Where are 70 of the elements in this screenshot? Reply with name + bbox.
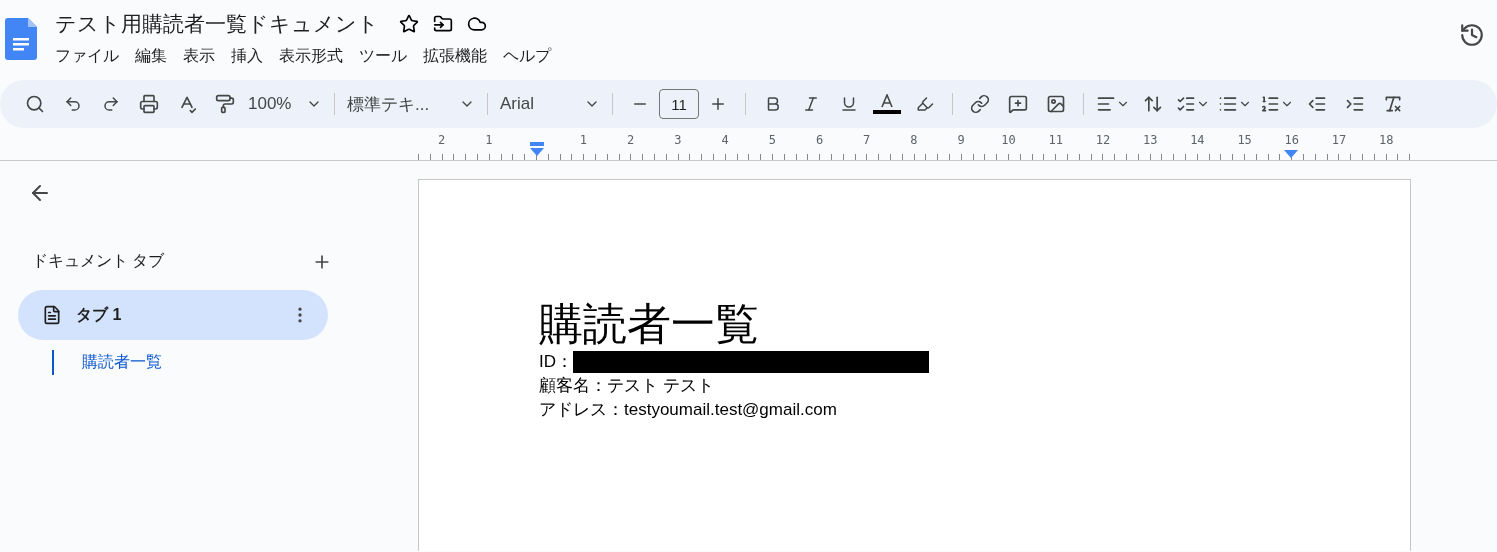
menu-item[interactable]: 拡張機能 — [415, 44, 495, 69]
ruler-number: 1 — [579, 134, 587, 147]
cloud-icon[interactable] — [467, 14, 487, 34]
line-spacing-icon[interactable] — [1143, 94, 1163, 114]
highlighter-icon[interactable] — [916, 95, 934, 113]
zoom-dropdown[interactable]: 100% — [244, 94, 326, 114]
ruler-number: 15 — [1237, 134, 1252, 147]
redo-icon[interactable] — [102, 95, 120, 113]
font-dropdown[interactable]: Arial — [496, 94, 604, 114]
ruler-number: 1 — [485, 134, 493, 147]
menu-item[interactable]: 表示形式 — [271, 44, 351, 69]
ruler-number: 2 — [626, 134, 635, 147]
document-icon — [42, 305, 62, 325]
menu-item[interactable]: 編集 — [127, 44, 175, 69]
ruler-number: 13 — [1142, 134, 1158, 147]
ruler-number: 7 — [863, 134, 871, 147]
body-text: アドレス：testyoumail.test@gmail.com — [539, 399, 837, 421]
document-title[interactable]: テスト用購読者一覧ドキュメント — [55, 10, 379, 38]
ruler-number: 9 — [957, 134, 965, 147]
search-icon[interactable] — [25, 94, 45, 114]
ruler-number: 10 — [1001, 134, 1016, 147]
ruler-number: 14 — [1190, 134, 1205, 147]
indent-increase-icon[interactable] — [1345, 94, 1365, 114]
ruler-number: 5 — [768, 134, 776, 147]
bullet-list-icon[interactable] — [1218, 94, 1238, 114]
text-color-icon[interactable] — [873, 94, 901, 114]
outline-item[interactable]: 購読者一覧 — [52, 350, 162, 375]
menu-item[interactable]: ツール — [351, 44, 415, 69]
clear-formatting-icon[interactable] — [1383, 94, 1403, 114]
history-icon[interactable] — [1459, 22, 1485, 48]
numbered-list-icon[interactable] — [1260, 94, 1280, 114]
right-margin-marker-icon[interactable] — [1283, 150, 1299, 158]
ruler-number: 6 — [815, 134, 824, 147]
menu-item[interactable]: ヘルプ — [495, 44, 559, 69]
font-size-field[interactable]: 11 — [659, 89, 699, 119]
indent-marker-icon[interactable] — [529, 142, 545, 156]
ruler-number: 8 — [910, 134, 918, 147]
menu-item[interactable]: 表示 — [175, 44, 223, 69]
field-label: ID： — [539, 351, 573, 373]
image-icon[interactable] — [1046, 94, 1066, 114]
italic-icon[interactable] — [802, 95, 820, 113]
ruler-number: 11 — [1048, 134, 1063, 147]
document-tab[interactable]: タブ 1 — [18, 290, 328, 340]
ruler-number: 18 — [1379, 134, 1394, 147]
menu-item[interactable]: ファイル — [47, 44, 127, 69]
move-folder-icon[interactable] — [433, 14, 453, 34]
undo-icon[interactable] — [64, 95, 82, 113]
body-text: 顧客名：テスト テスト — [539, 375, 714, 397]
underline-icon[interactable] — [840, 95, 858, 113]
menu-item[interactable]: 挿入 — [223, 44, 271, 69]
paint-format-icon[interactable] — [215, 94, 235, 114]
star-icon[interactable] — [399, 14, 419, 34]
document-heading: 購読者一覧 — [539, 298, 760, 350]
print-icon[interactable] — [139, 94, 159, 114]
comment-icon[interactable] — [1008, 94, 1028, 114]
align-icon[interactable] — [1096, 94, 1116, 114]
link-icon[interactable] — [970, 94, 990, 114]
ruler-number: 2 — [438, 134, 446, 147]
ruler-number: 3 — [674, 134, 682, 147]
increase-size-icon[interactable] — [709, 95, 727, 113]
ruler-number: 16 — [1284, 134, 1300, 147]
checklist-icon[interactable] — [1176, 94, 1196, 114]
ruler-number: 4 — [721, 134, 729, 147]
indent-decrease-icon[interactable] — [1307, 94, 1327, 114]
tab-label: タブ 1 — [76, 304, 123, 325]
docs-logo-icon[interactable] — [5, 18, 37, 60]
sidebar-heading: ドキュメント タブ — [32, 251, 165, 271]
ruler-number: 17 — [1331, 134, 1347, 147]
ruler-number: 12 — [1095, 134, 1111, 147]
style-dropdown[interactable]: 標準テキ... — [343, 92, 479, 116]
